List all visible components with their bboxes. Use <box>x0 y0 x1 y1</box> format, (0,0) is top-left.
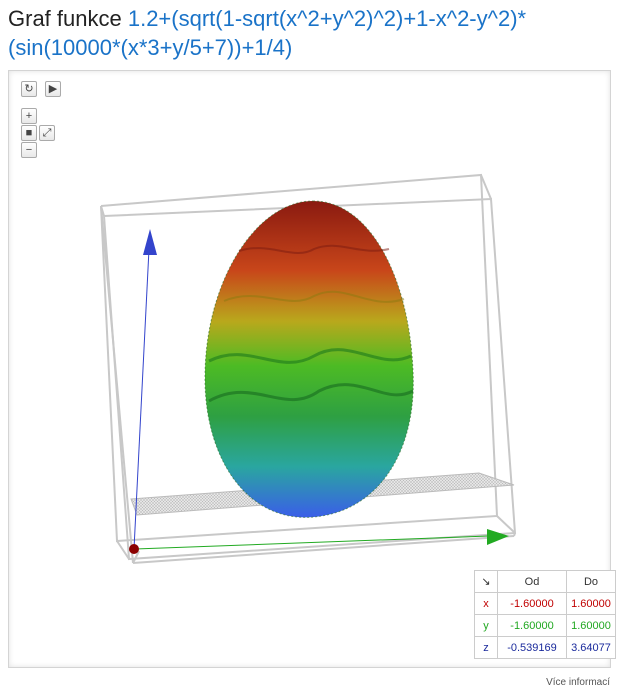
page-title: Graf funkce 1.2+(sqrt(1-sqrt(x^2+y^2)^2)… <box>8 4 618 62</box>
function-expression-line1: 1.2+(sqrt(1-sqrt(x^2+y^2)^2)+1-x^2-y^2)* <box>127 6 527 31</box>
table-row: z -0.539169 3.64077 <box>474 636 616 659</box>
header-to: Do <box>566 570 616 593</box>
axis-label-y: y <box>474 614 498 637</box>
table-row: x -1.60000 1.60000 <box>474 592 616 615</box>
zoom-out-button[interactable]: − <box>21 142 37 158</box>
x-from-value[interactable]: -1.60000 <box>497 592 567 615</box>
range-table: ↘ Od Do x -1.60000 1.60000 y -1.60000 1.… <box>474 570 616 659</box>
title-prefix: Graf funkce <box>8 6 122 31</box>
camera-mode-button[interactable]: ■ <box>21 125 37 141</box>
axis-label-x: x <box>474 592 498 615</box>
reset-view-button[interactable]: ↻ <box>21 81 37 97</box>
zoom-in-button[interactable]: + <box>21 108 37 124</box>
axes-mode-button[interactable]: ⤢ <box>39 125 55 141</box>
function-expression-line2: (sin(10000*(x*3+y/5+7))+1/4) <box>8 35 293 60</box>
y-to-value[interactable]: 1.60000 <box>566 614 616 637</box>
z-from-value[interactable]: -0.539169 <box>497 636 567 659</box>
x-to-value[interactable]: 1.60000 <box>566 592 616 615</box>
function-surface <box>204 200 414 518</box>
z-to-value[interactable]: 3.64077 <box>566 636 616 659</box>
axis-label-z: z <box>474 636 498 659</box>
range-table-corner: ↘ <box>474 570 498 593</box>
header-from: Od <box>497 570 567 593</box>
more-info-link[interactable]: Více informací <box>546 677 610 688</box>
table-row: y -1.60000 1.60000 <box>474 614 616 637</box>
y-from-value[interactable]: -1.60000 <box>497 614 567 637</box>
play-rotation-button[interactable]: ▶ <box>45 81 61 97</box>
x-axis-marker <box>129 544 139 554</box>
